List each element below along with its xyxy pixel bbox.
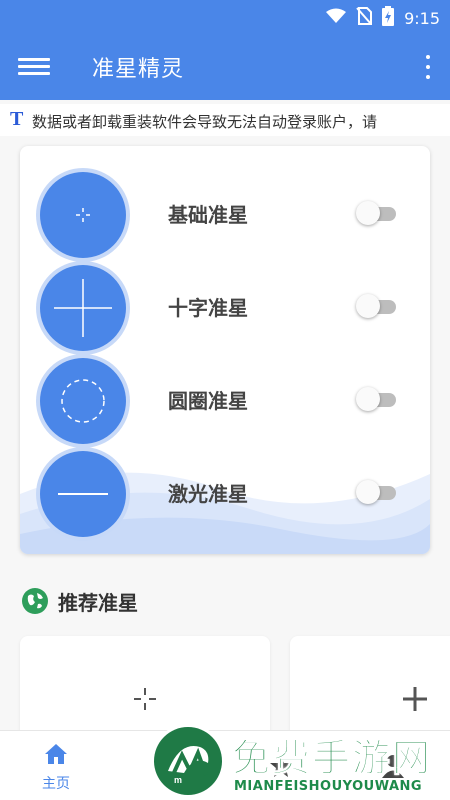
crosshair-row-circle: 圆圈准星 (20, 354, 430, 446)
crosshair-label: 激光准星 (168, 482, 248, 506)
status-time: 9:15 (404, 8, 440, 28)
text-notice-icon: T (10, 108, 24, 130)
crosshair-label: 基础准星 (168, 203, 248, 227)
app-bar: 准星精灵 (0, 34, 450, 100)
basic-crosshair-toggle[interactable] (356, 201, 398, 225)
site-watermark: m 免费手游网 MIANFEISHOUYOUWANG (152, 723, 450, 800)
recommended-title: 推荐准星 (58, 590, 138, 615)
notice-text: 数据或者卸载重装软件会导致无法自动登录账户，请 (32, 113, 378, 131)
battery-charging-icon (382, 6, 395, 30)
watermark-title: 免费手游网 (231, 736, 433, 781)
crosshair-label: 圆圈准星 (168, 389, 248, 413)
nav-home-label: 主页 (42, 776, 70, 792)
cross-crosshair-icon[interactable] (40, 265, 126, 351)
no-sim-icon (356, 7, 373, 29)
circle-crosshair-icon[interactable] (40, 358, 126, 444)
notice-marquee: T 数据或者卸载重装软件会导致无法自动登录账户，请 (0, 104, 450, 136)
laser-crosshair-icon[interactable] (40, 451, 126, 537)
wifi-icon (326, 8, 347, 28)
crosshair-card: 基础准星 十字准星 圆圈准星 激光准星 (20, 146, 430, 554)
watermark-logo-icon: m (154, 727, 222, 795)
crosshair-label: 十字准星 (168, 296, 248, 320)
home-icon (45, 744, 67, 764)
menu-icon[interactable] (18, 54, 50, 80)
laser-crosshair-toggle[interactable] (356, 480, 398, 504)
circle-crosshair-toggle[interactable] (356, 387, 398, 411)
page-title: 准星精灵 (92, 57, 185, 82)
dot-crosshair-icon (134, 688, 156, 710)
cross-crosshair-toggle[interactable] (356, 294, 398, 318)
nav-home[interactable]: 主页 (36, 743, 76, 793)
status-bar: 9:15 (0, 0, 450, 34)
crosshair-row-cross: 十字准星 (20, 261, 430, 353)
recommended-header: 推荐准星 (22, 587, 138, 615)
basic-crosshair-icon[interactable] (40, 172, 126, 258)
crosshair-row-basic: 基础准星 (20, 168, 430, 260)
watermark-subtitle: MIANFEISHOUYOUWANG (234, 779, 423, 794)
svg-text:m: m (174, 775, 182, 785)
crosshair-row-laser: 激光准星 (20, 447, 430, 539)
globe-icon (22, 588, 48, 614)
more-options-icon[interactable] (422, 52, 434, 82)
plus-crosshair-icon (403, 687, 427, 711)
